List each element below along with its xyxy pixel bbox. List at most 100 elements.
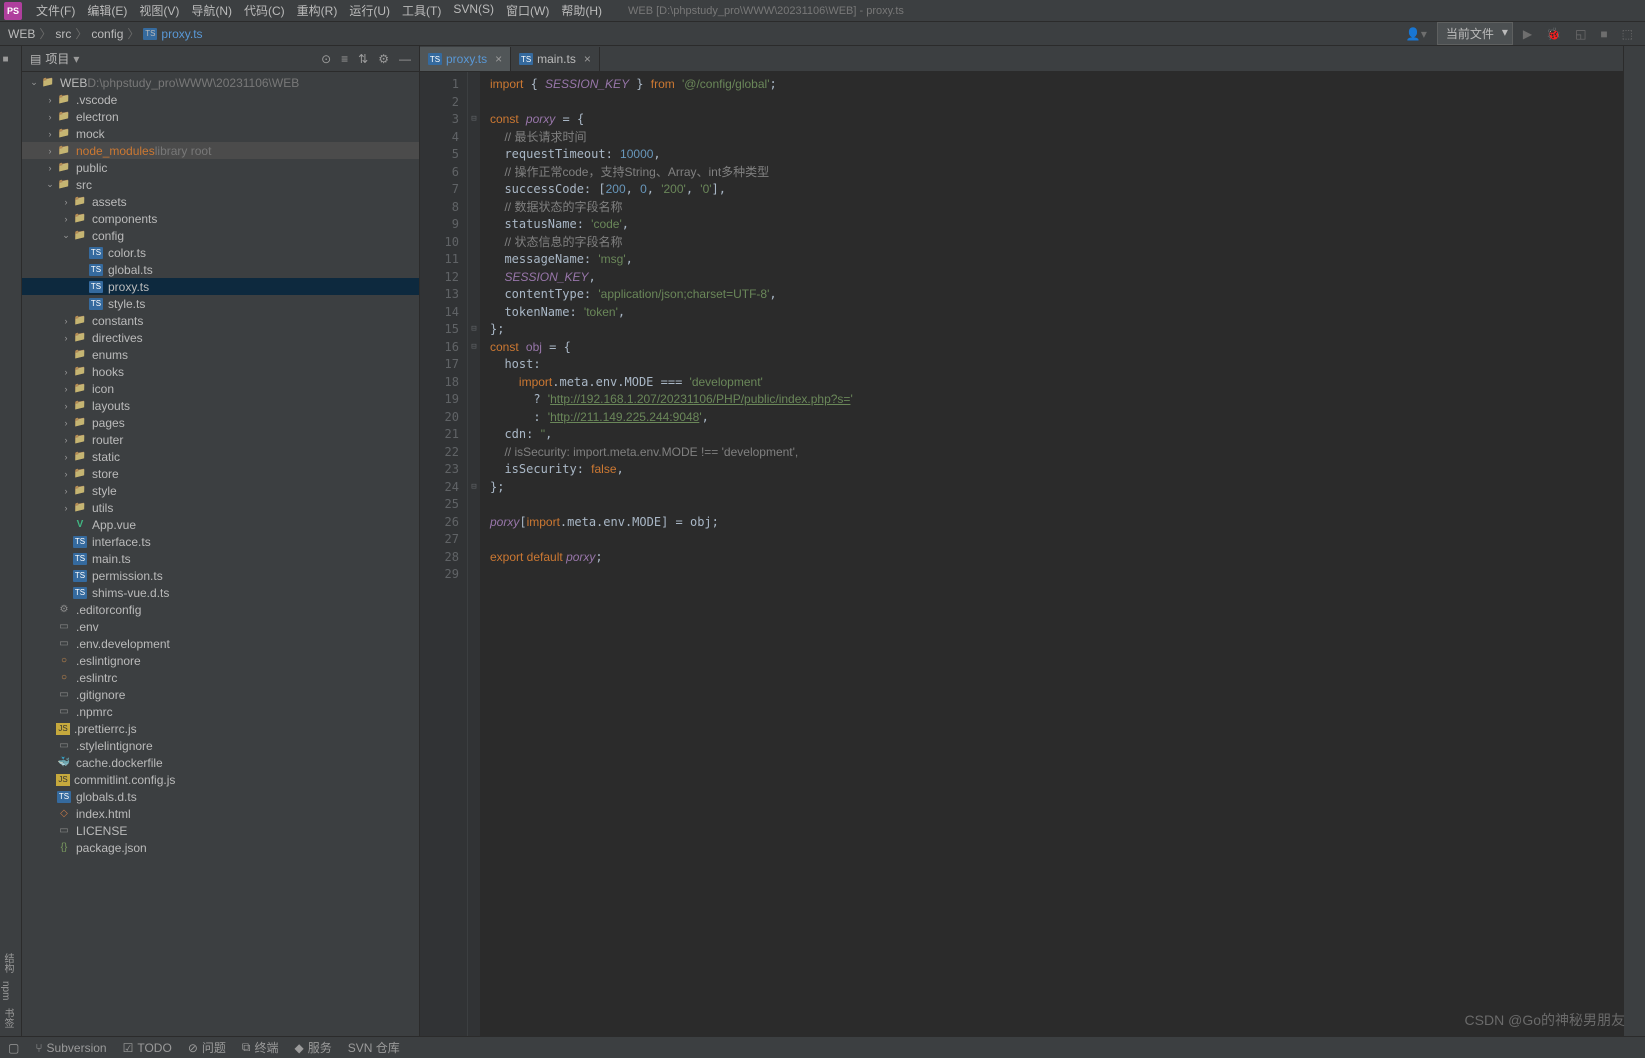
menu-item[interactable]: 帮助(H) (555, 2, 608, 19)
breadcrumb[interactable]: WEB 〉 src 〉 config 〉 TS proxy.ts (8, 25, 203, 42)
tree-arrow-icon[interactable]: › (44, 112, 56, 122)
tree-item[interactable]: ›icon (22, 380, 419, 397)
status-svn[interactable]: SVN 仓库 (348, 1039, 400, 1056)
tree-item[interactable]: TSproxy.ts (22, 278, 419, 295)
tree-arrow-icon[interactable]: › (60, 197, 72, 207)
menu-item[interactable]: 窗口(W) (500, 2, 555, 19)
status-terminal[interactable]: ⧉终端 (242, 1039, 279, 1056)
menu-item[interactable]: 文件(F) (30, 2, 81, 19)
debug-icon[interactable]: 🐞 (1542, 27, 1565, 41)
status-subversion[interactable]: ⑂Subversion (35, 1041, 106, 1055)
close-icon[interactable]: × (584, 52, 591, 66)
tree-item[interactable]: TSmain.ts (22, 550, 419, 567)
tree-item[interactable]: ›pages (22, 414, 419, 431)
tree-item[interactable]: ▭.env (22, 618, 419, 635)
run-icon[interactable]: ▶ (1519, 27, 1536, 41)
tree-item[interactable]: ▭.env.development (22, 635, 419, 652)
breadcrumb-file[interactable]: proxy.ts (161, 27, 202, 41)
close-icon[interactable]: × (495, 52, 502, 66)
tree-item[interactable]: ⌄config (22, 227, 419, 244)
breadcrumb-root[interactable]: WEB (8, 27, 35, 41)
tree-arrow-icon[interactable]: › (60, 384, 72, 394)
tree-item[interactable]: ○.eslintrc (22, 669, 419, 686)
tree-item[interactable]: ▭.gitignore (22, 686, 419, 703)
tree-item[interactable]: ▭LICENSE (22, 822, 419, 839)
tree-item[interactable]: ›constants (22, 312, 419, 329)
tree-item[interactable]: ⌄src (22, 176, 419, 193)
menu-item[interactable]: 视图(V) (133, 2, 185, 19)
tree-arrow-icon[interactable]: › (60, 452, 72, 462)
tree-item[interactable]: ›hooks (22, 363, 419, 380)
tree-item[interactable]: TSinterface.ts (22, 533, 419, 550)
tree-item[interactable]: ›mock (22, 125, 419, 142)
tree-item[interactable]: 🐳cache.dockerfile (22, 754, 419, 771)
user-icon[interactable]: 👤▾ (1402, 27, 1431, 41)
bookmarks-tool-button[interactable]: 书签 (0, 1004, 15, 1032)
tree-arrow-icon[interactable]: › (44, 95, 56, 105)
tree-arrow-icon[interactable]: › (44, 163, 56, 173)
tree-item[interactable]: TSglobal.ts (22, 261, 419, 278)
breadcrumb-src[interactable]: src (55, 27, 71, 41)
tree-item[interactable]: ›layouts (22, 397, 419, 414)
search-icon[interactable]: ⬚ (1618, 27, 1637, 41)
status-problems[interactable]: ⊘问题 (188, 1039, 226, 1056)
tree-item[interactable]: TScolor.ts (22, 244, 419, 261)
tree-item[interactable]: ›.vscode (22, 91, 419, 108)
editor-tab[interactable]: TSmain.ts× (511, 47, 600, 71)
tree-item[interactable]: TSpermission.ts (22, 567, 419, 584)
tree-item[interactable]: ›static (22, 448, 419, 465)
structure-tool-button[interactable]: 结构 (0, 949, 15, 977)
chevron-down-icon[interactable]: ▾ (73, 52, 79, 66)
tree-item[interactable]: VApp.vue (22, 516, 419, 533)
project-tool-button[interactable]: ■ (0, 50, 11, 69)
collapse-icon[interactable]: ⇅ (358, 52, 368, 66)
fold-gutter[interactable]: ⊟ ⊟ ⊟ ⊟ (468, 72, 480, 1036)
tree-arrow-icon[interactable]: ⌄ (28, 77, 40, 88)
npm-tool-button[interactable]: npm (0, 977, 11, 1004)
menu-item[interactable]: 导航(N) (185, 2, 238, 19)
status-todo[interactable]: ☑TODO (123, 1041, 172, 1055)
tree-arrow-icon[interactable]: › (60, 214, 72, 224)
tree-item[interactable]: ◇index.html (22, 805, 419, 822)
tree-arrow-icon[interactable]: › (60, 401, 72, 411)
tree-arrow-icon[interactable]: › (60, 435, 72, 445)
menu-item[interactable]: 工具(T) (396, 2, 447, 19)
menu-item[interactable]: 代码(C) (238, 2, 291, 19)
tree-arrow-icon[interactable]: ⌄ (60, 230, 72, 241)
tree-item[interactable]: enums (22, 346, 419, 363)
menu-item[interactable]: 运行(U) (343, 2, 396, 19)
tree-item[interactable]: ›router (22, 431, 419, 448)
tree-item[interactable]: TSshims-vue.d.ts (22, 584, 419, 601)
tree-item[interactable]: ›assets (22, 193, 419, 210)
tree-item[interactable]: ›style (22, 482, 419, 499)
tree-item[interactable]: ›public (22, 159, 419, 176)
tree-item[interactable]: ▭.stylelintignore (22, 737, 419, 754)
minimize-icon[interactable]: — (399, 52, 411, 66)
tree-item[interactable]: ›electron (22, 108, 419, 125)
tree-item[interactable]: JScommitlint.config.js (22, 771, 419, 788)
code-editor[interactable]: import { SESSION_KEY } from '@/config/gl… (480, 72, 1623, 1036)
tree-arrow-icon[interactable]: ⌄ (44, 179, 56, 190)
tree-item[interactable]: ⌄WEB D:\phpstudy_pro\WWW\20231106\WEB (22, 74, 419, 91)
tree-item[interactable]: TSglobals.d.ts (22, 788, 419, 805)
tree-item[interactable]: ▭.npmrc (22, 703, 419, 720)
tree-arrow-icon[interactable]: › (60, 503, 72, 513)
menu-item[interactable]: 重构(R) (291, 2, 344, 19)
tree-item[interactable]: JS.prettierrc.js (22, 720, 419, 737)
statusbar-box-icon[interactable]: ▢ (8, 1041, 19, 1055)
settings-icon[interactable]: ⚙ (378, 52, 389, 66)
tree-item[interactable]: TSstyle.ts (22, 295, 419, 312)
status-services[interactable]: ◆服务 (294, 1039, 331, 1056)
stop-icon[interactable]: ■ (1596, 27, 1611, 41)
line-number-gutter[interactable]: 1 2 3 4 5 6 7 8 9 10 11 12 13 14 15 16 1… (420, 72, 468, 1036)
tree-arrow-icon[interactable]: › (60, 333, 72, 343)
tree-arrow-icon[interactable]: › (60, 367, 72, 377)
locate-icon[interactable]: ⊙ (321, 52, 331, 66)
menu-item[interactable]: SVN(S) (447, 2, 500, 19)
project-tree[interactable]: ⌄WEB D:\phpstudy_pro\WWW\20231106\WEB›.v… (22, 72, 419, 1036)
breadcrumb-config[interactable]: config (91, 27, 123, 41)
tree-item[interactable]: ›store (22, 465, 419, 482)
tree-item[interactable]: ›utils (22, 499, 419, 516)
tree-arrow-icon[interactable]: › (60, 469, 72, 479)
tree-arrow-icon[interactable]: › (60, 418, 72, 428)
